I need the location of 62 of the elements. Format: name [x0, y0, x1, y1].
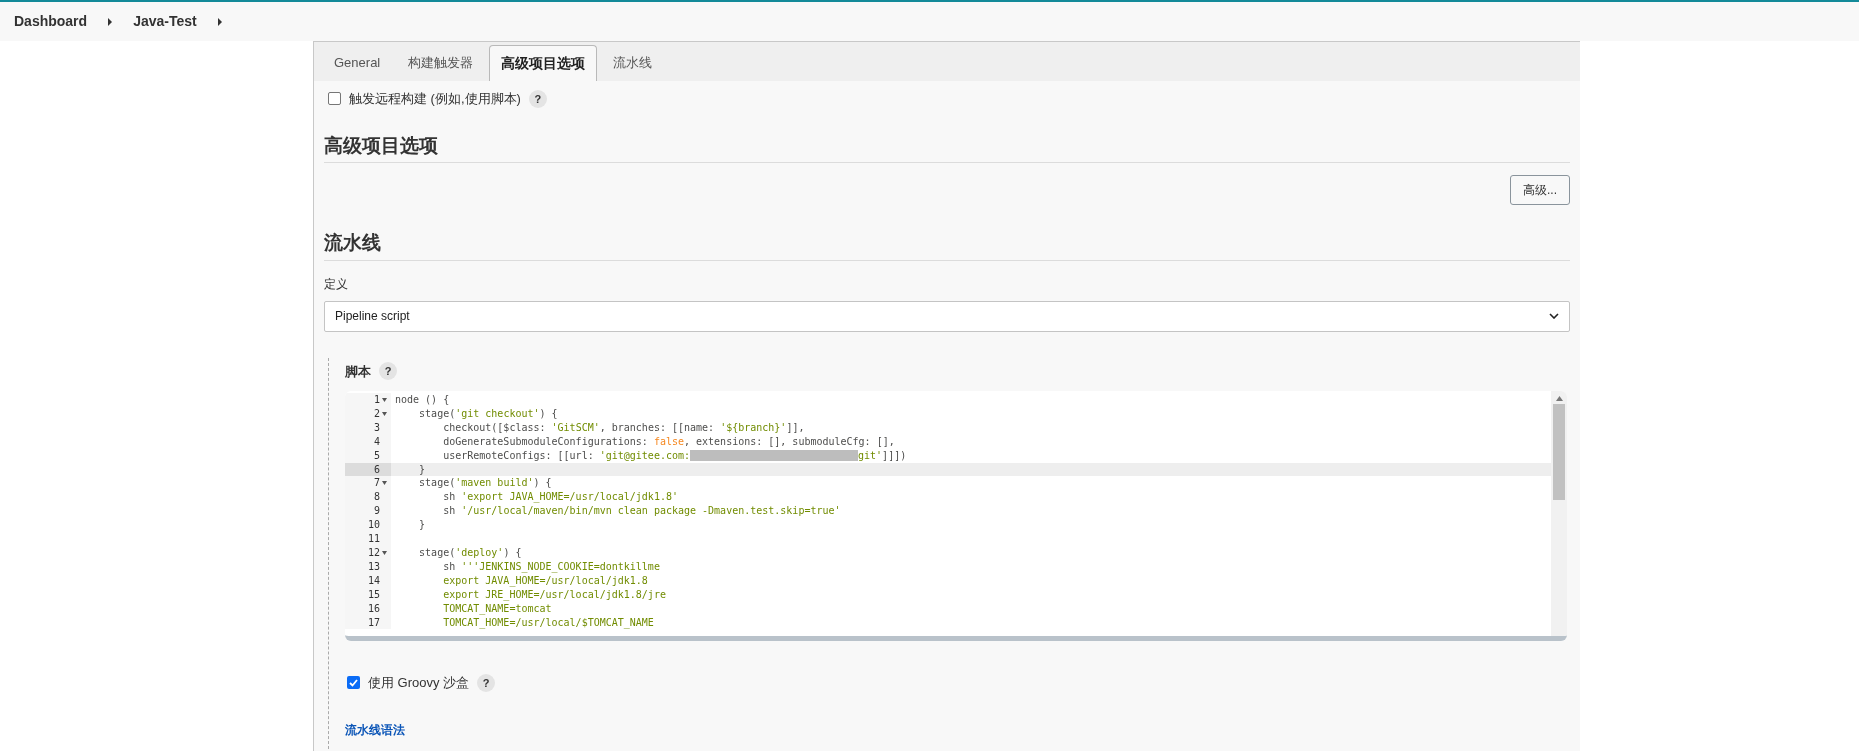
field-label: 定义	[324, 275, 349, 293]
line-number: 6	[373, 462, 380, 477]
syntax-link[interactable]: 流水线语法	[345, 720, 1570, 739]
line-number: 9	[373, 504, 380, 519]
line-number: 11	[367, 532, 380, 546]
checkbox[interactable]	[328, 92, 341, 106]
line-number: 10	[367, 518, 380, 533]
help-icon[interactable]: ?	[379, 362, 397, 381]
line-number: 14	[367, 573, 380, 588]
checkbox[interactable]	[347, 676, 360, 690]
line-number: 16	[367, 601, 380, 616]
field-label: 脚本	[345, 362, 371, 381]
definition-select[interactable]: Pipeline script	[324, 300, 1570, 332]
code-line: userRemoteConfigs: [[url: 'git@gitee.com: git']]])	[442, 448, 907, 463]
code-line: node () {	[394, 393, 450, 407]
tab[interactable]: General	[322, 45, 393, 81]
code-line: stage('git checkout') {	[418, 406, 558, 421]
code-line: export JAVA_HOME=/usr/local/jdk1.8	[442, 573, 648, 588]
line-number: 13	[367, 559, 380, 574]
code-line: sh 'export JAVA_HOME=/usr/local/jdk1.8'	[442, 490, 678, 505]
line-number: 7	[373, 476, 380, 491]
line-number: 5	[373, 448, 380, 463]
fold-icon[interactable]	[382, 411, 387, 416]
line-number: 12	[367, 545, 380, 560]
scrollbar[interactable]	[1551, 391, 1567, 636]
line-number: 15	[367, 587, 380, 602]
checkbox-label: 使用 Groovy 沙盒	[368, 674, 470, 692]
code-line: TOMCAT_NAME=tomcat	[442, 601, 552, 616]
code-line: sh '''JENKINS_NODE_COOKIE=dontkillme	[442, 559, 660, 574]
tab[interactable]: 构建触发器	[396, 45, 486, 81]
fold-icon[interactable]	[382, 397, 387, 402]
line-number: 8	[373, 490, 380, 505]
line-number: 17	[367, 615, 380, 630]
help-icon[interactable]: ?	[528, 89, 547, 108]
advanced-button[interactable]: 高级...	[1510, 175, 1570, 205]
code-line: TOMCAT_HOME=/usr/local/$TOMCAT_NAME	[442, 615, 654, 630]
line-number: 3	[373, 420, 380, 435]
code-line: }	[418, 518, 426, 533]
line-number: 2	[373, 406, 380, 421]
chevron-down-icon	[1549, 313, 1559, 319]
code-line: stage('maven build') {	[418, 476, 552, 491]
caret-icon	[107, 17, 114, 26]
fold-icon[interactable]	[382, 481, 387, 486]
code-line: export JRE_HOME=/usr/local/jdk1.8/jre	[442, 587, 666, 602]
line-number: 1	[373, 393, 380, 407]
line-number: 4	[373, 434, 380, 449]
breadcrumb-link[interactable]: Dashboard	[14, 11, 88, 32]
breadcrumb-link[interactable]: Java-Test	[133, 11, 197, 32]
help-icon[interactable]: ?	[477, 673, 496, 692]
caret-icon	[216, 17, 223, 26]
code-line: }	[418, 462, 426, 477]
code-line: stage('deploy') {	[418, 545, 522, 560]
fold-icon[interactable]	[382, 550, 387, 555]
checkbox-label: 触发远程构建 (例如,使用脚本)	[349, 90, 521, 108]
section-heading: 流水线	[324, 229, 1570, 261]
code-line: checkout([$class: 'GitSCM', branches: [[name: '${branch}']],	[442, 420, 805, 435]
scroll-up-icon[interactable]	[1555, 396, 1563, 401]
code-line: doGenerateSubmoduleConfigurations: false, extensions: [], submoduleCfg: [],	[442, 434, 895, 449]
code-line: sh '/usr/local/maven/bin/mvn clean package -Dmaven.test.skip=true'	[442, 504, 841, 519]
tab[interactable]: 流水线	[601, 45, 665, 81]
tab[interactable]: 高级项目选项	[489, 45, 598, 81]
section-heading: 高级项目选项	[324, 131, 1570, 163]
